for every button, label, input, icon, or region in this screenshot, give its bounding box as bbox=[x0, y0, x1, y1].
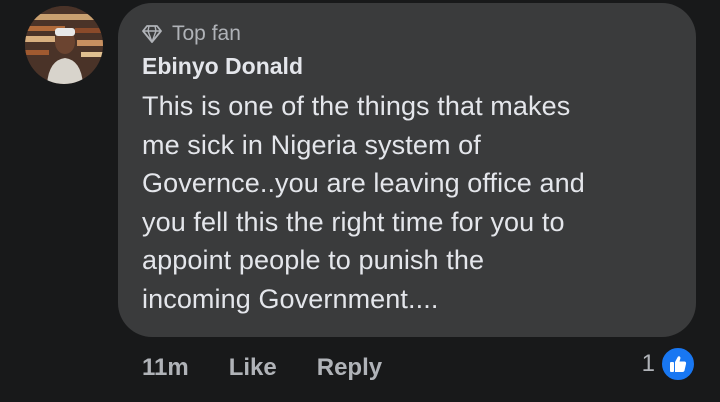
like-button[interactable]: Like bbox=[229, 354, 277, 382]
avatar[interactable] bbox=[25, 6, 103, 84]
author-name[interactable]: Ebinyo Donald bbox=[142, 49, 672, 83]
top-fan-badge[interactable]: Top fan bbox=[142, 19, 672, 49]
comment-text: This is one of the things that makes me … bbox=[142, 91, 585, 314]
comment-timestamp[interactable]: 11m bbox=[142, 354, 189, 382]
badge-label: Top fan bbox=[172, 22, 241, 45]
diamond-icon bbox=[142, 25, 162, 43]
comment-bubble: Top fan Ebinyo Donald This is one of the… bbox=[118, 3, 696, 337]
comment-actions: 11m Like Reply bbox=[142, 350, 422, 386]
reply-button[interactable]: Reply bbox=[317, 354, 382, 382]
reaction-count: 1 bbox=[641, 350, 655, 377]
thumbs-up-icon bbox=[660, 346, 696, 382]
reaction-summary[interactable]: 1 bbox=[642, 346, 696, 382]
